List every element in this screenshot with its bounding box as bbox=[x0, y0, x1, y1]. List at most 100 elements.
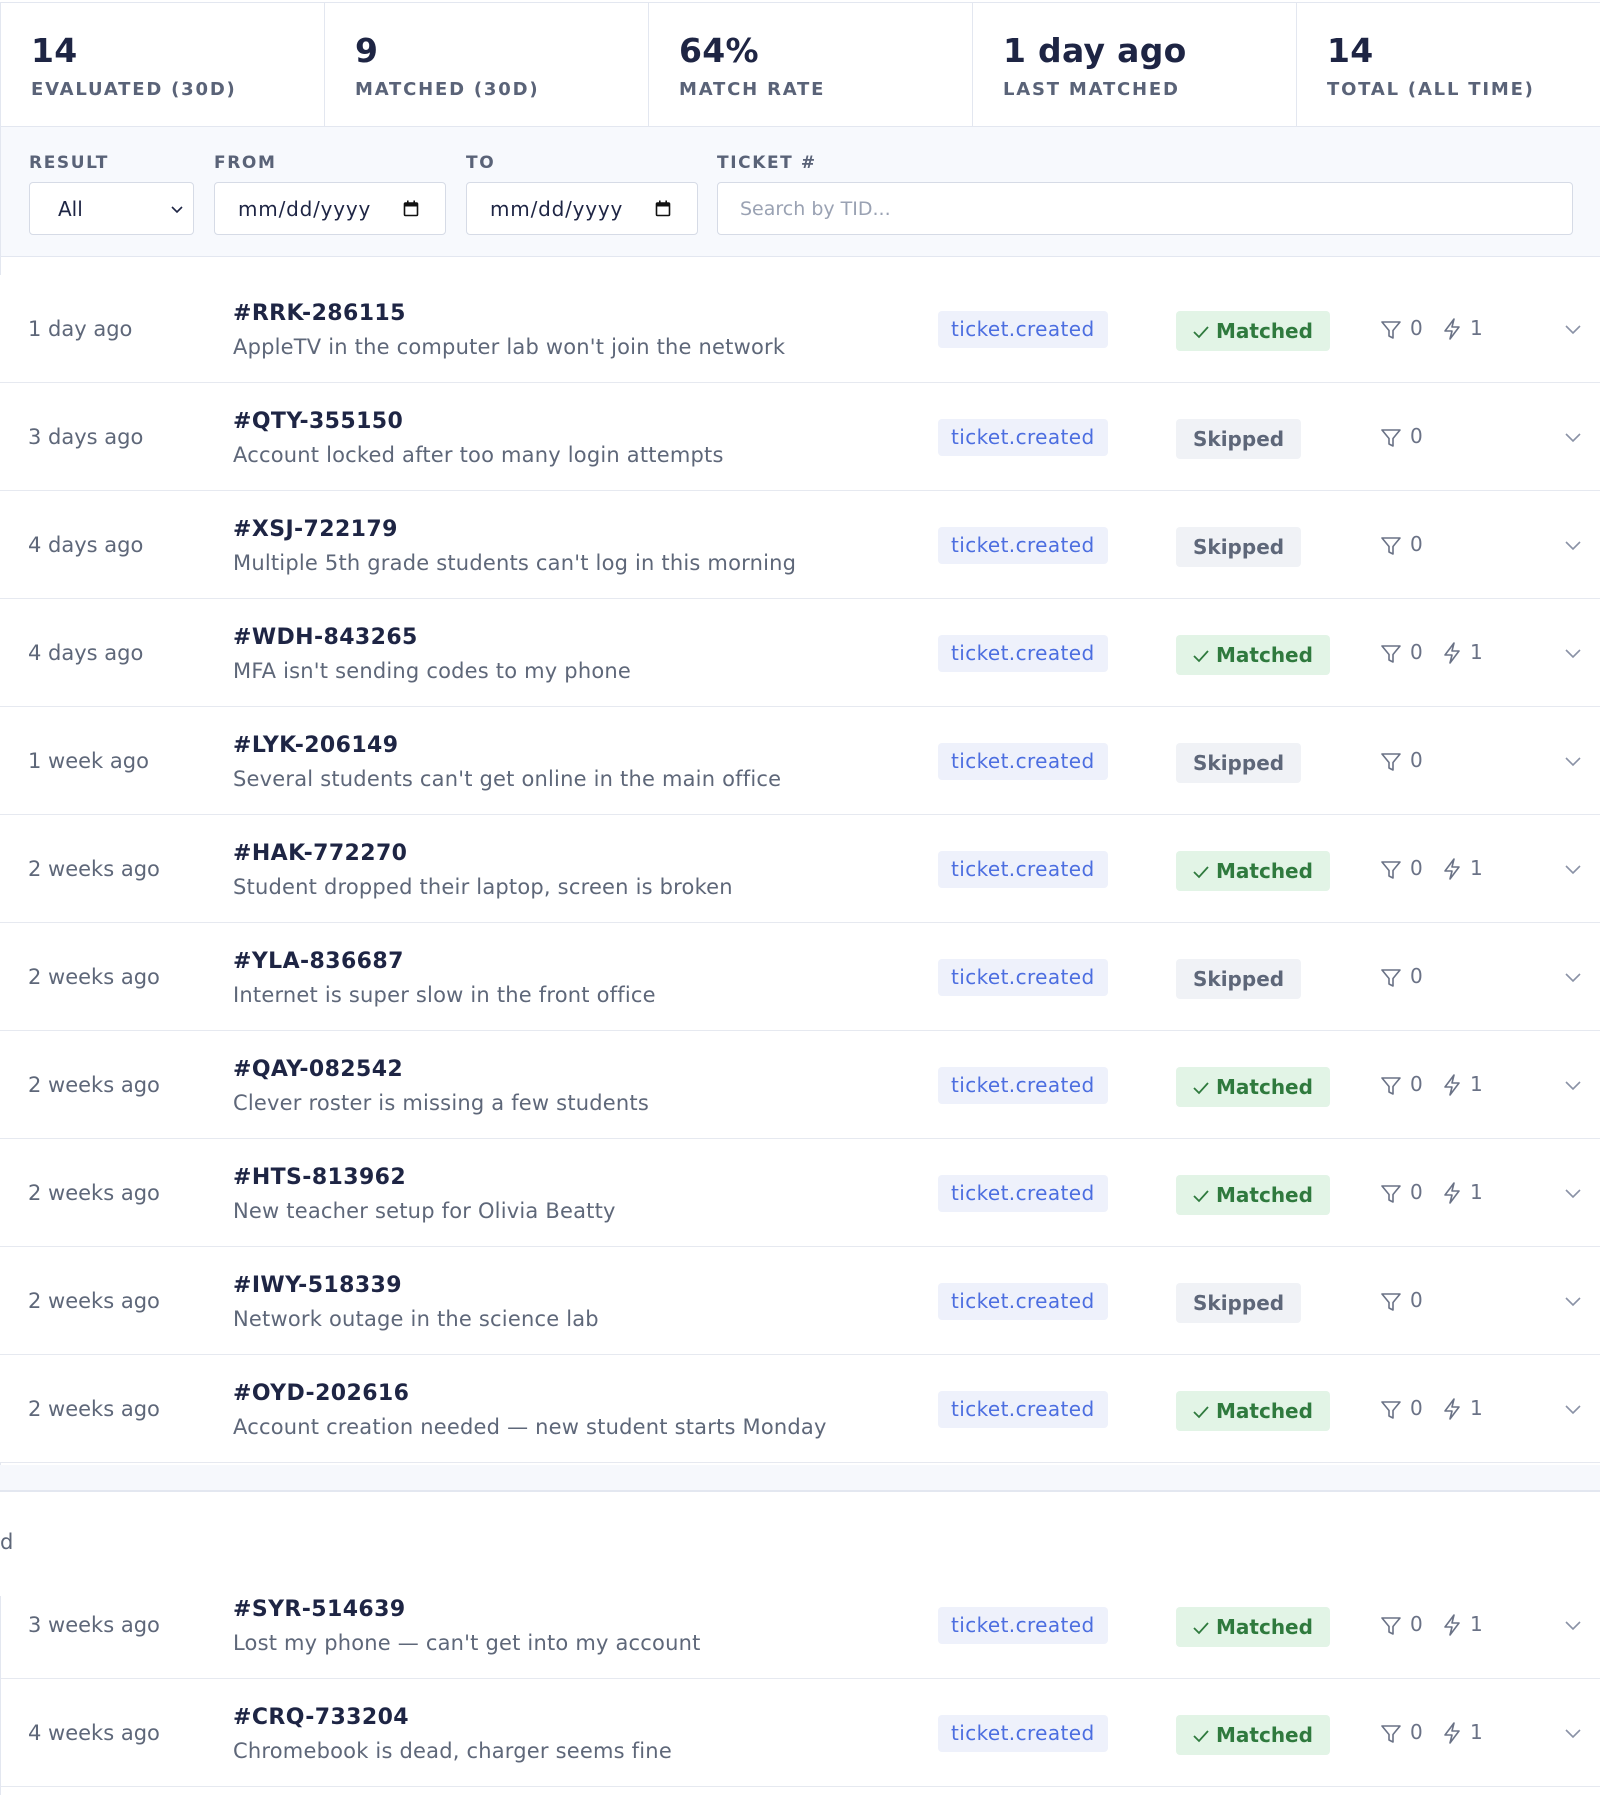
event-badge: ticket.created bbox=[938, 1067, 1108, 1104]
result-badge: Skipped bbox=[1176, 527, 1302, 567]
filter-count: 0 bbox=[1410, 1180, 1423, 1204]
row-ticket-id: #YLA-836687 bbox=[233, 949, 404, 974]
filter-count: 0 bbox=[1410, 1288, 1423, 1312]
stat-total: 14 TOTAL (ALL TIME) bbox=[1297, 3, 1600, 126]
row-summary: MFA isn't sending codes to my phone bbox=[233, 659, 632, 683]
action-count: 1 bbox=[1470, 1396, 1483, 1420]
action-count: 1 bbox=[1470, 640, 1483, 664]
filter-icon bbox=[1381, 1077, 1401, 1095]
clipped-text: d bbox=[0, 1530, 14, 1554]
from-date-input[interactable]: mm/dd/yyyy bbox=[214, 182, 446, 235]
to-date-input[interactable]: mm/dd/yyyy bbox=[466, 182, 698, 235]
row-ticket-id: #HAK-772270 bbox=[233, 841, 408, 866]
stat-label: TOTAL (ALL TIME) bbox=[1327, 79, 1535, 100]
bolt-icon bbox=[1444, 318, 1460, 340]
calendar-icon[interactable] bbox=[403, 200, 419, 217]
row-ticket-id: #QAY-082542 bbox=[233, 1057, 404, 1082]
chevron-down-icon bbox=[1565, 865, 1581, 875]
filter-count: 0 bbox=[1410, 964, 1423, 988]
stat-label: LAST MATCHED bbox=[1003, 79, 1180, 100]
from-date-label: FROM bbox=[214, 153, 277, 173]
row-ticket-id: #RRK-286115 bbox=[233, 301, 406, 326]
filter-count: 0 bbox=[1410, 1072, 1423, 1096]
result-select[interactable]: All bbox=[29, 182, 194, 235]
stats-bar: 14 EVALUATED (30D) 9 MATCHED (30D) 64% M… bbox=[1, 3, 1600, 127]
filter-icon bbox=[1381, 861, 1401, 879]
event-badge: ticket.created bbox=[938, 635, 1108, 672]
result-badge: Matched bbox=[1176, 635, 1330, 675]
event-badge: ticket.created bbox=[938, 959, 1108, 996]
row-summary: Network outage in the science lab bbox=[233, 1307, 599, 1331]
chevron-down-icon bbox=[1565, 1081, 1581, 1091]
filter-icon bbox=[1381, 1185, 1401, 1203]
row-ticket-id: #LYK-206149 bbox=[233, 733, 399, 758]
stat-value: 64% bbox=[679, 31, 759, 70]
event-badge: ticket.created bbox=[938, 1175, 1108, 1212]
result-badge: Skipped bbox=[1176, 743, 1302, 783]
row-summary: Account creation needed — new student st… bbox=[233, 1415, 827, 1439]
row-ticket-id: #HTS-813962 bbox=[233, 1165, 407, 1190]
result-badge: Skipped bbox=[1176, 1283, 1302, 1323]
event-badge: ticket.created bbox=[938, 1391, 1108, 1428]
result-label: Matched bbox=[1216, 643, 1313, 667]
result-select-value: All bbox=[58, 196, 83, 221]
check-icon bbox=[1193, 866, 1209, 879]
evaluation-row[interactable]: 1 week ago #LYK-206149 Several students ca… bbox=[0, 707, 1600, 815]
evaluation-row[interactable]: 2 weeks ago #HTS-813962 New teacher setup … bbox=[0, 1139, 1600, 1247]
filter-icon bbox=[1381, 753, 1401, 771]
evaluation-row[interactable]: 2 weeks ago #HAK-772270 Student dropped th… bbox=[0, 815, 1600, 923]
event-badge: ticket.created bbox=[938, 311, 1108, 348]
ticket-search-input[interactable]: Search by TID... bbox=[717, 182, 1573, 235]
evaluation-row[interactable]: 1 day ago #RRK-286115 AppleTV in the compu… bbox=[0, 275, 1600, 383]
evaluation-row[interactable]: 4 days ago #XSJ-722179 Multiple 5th grade … bbox=[0, 491, 1600, 599]
stat-match-rate: 64% MATCH RATE bbox=[649, 3, 973, 126]
bolt-icon bbox=[1444, 1182, 1460, 1204]
row-time: 4 days ago bbox=[28, 641, 144, 665]
row-time: 2 weeks ago bbox=[28, 1397, 160, 1421]
calendar-icon[interactable] bbox=[655, 200, 671, 217]
row-ticket-id: #OYD-202616 bbox=[233, 1381, 410, 1406]
evaluation-row[interactable]: 2 weeks ago #IWY-518339 Network outage in … bbox=[0, 1247, 1600, 1355]
evaluation-row[interactable]: 2 weeks ago #QAY-082542 Clever roster is m… bbox=[0, 1031, 1600, 1139]
result-badge: Skipped bbox=[1176, 959, 1302, 999]
row-time: 1 day ago bbox=[28, 317, 133, 341]
row-time: 2 weeks ago bbox=[28, 1181, 160, 1205]
row-summary: Clever roster is missing a few students bbox=[233, 1091, 649, 1115]
row-summary: New teacher setup for Olivia Beatty bbox=[233, 1199, 616, 1223]
result-filter-label: RESULT bbox=[29, 153, 109, 173]
row-summary: AppleTV in the computer lab won't join t… bbox=[233, 335, 786, 359]
result-badge: Skipped bbox=[1176, 419, 1302, 459]
evaluation-row[interactable]: 4 days ago #WDH-843265 MFA isn't sending c… bbox=[0, 599, 1600, 707]
result-label: Skipped bbox=[1193, 427, 1285, 451]
evaluation-row[interactable]: 3 days ago #QTY-355150 Account locked afte… bbox=[0, 383, 1600, 491]
result-label: Matched bbox=[1216, 859, 1313, 883]
result-badge: Matched bbox=[1176, 1175, 1330, 1215]
action-count: 1 bbox=[1470, 1072, 1483, 1096]
action-count: 1 bbox=[1470, 316, 1483, 340]
result-badge: Matched bbox=[1176, 1067, 1330, 1107]
bolt-icon bbox=[1444, 858, 1460, 880]
stat-matched: 9 MATCHED (30D) bbox=[325, 3, 649, 126]
event-badge: ticket.created bbox=[938, 1283, 1108, 1320]
result-label: Skipped bbox=[1193, 967, 1285, 991]
ticket-filter-label: TICKET # bbox=[717, 153, 817, 173]
filter-count: 0 bbox=[1410, 532, 1423, 556]
check-icon bbox=[1193, 1082, 1209, 1095]
row-summary: Student dropped their laptop, screen is … bbox=[233, 875, 733, 899]
evaluation-row[interactable]: 2 weeks ago #OYD-202616 Account creation n… bbox=[0, 1355, 1600, 1463]
bolt-icon bbox=[1444, 1398, 1460, 1420]
check-icon bbox=[1193, 1406, 1209, 1419]
stat-value: 14 bbox=[31, 31, 78, 70]
row-time: 2 weeks ago bbox=[28, 1289, 160, 1313]
stat-label: MATCH RATE bbox=[679, 79, 826, 100]
filter-icon bbox=[1381, 1401, 1401, 1419]
ticket-search-placeholder: Search by TID... bbox=[740, 197, 891, 220]
stat-evaluated: 14 EVALUATED (30D) bbox=[1, 3, 325, 126]
filter-icon bbox=[1381, 645, 1401, 663]
bolt-icon bbox=[1444, 1074, 1460, 1096]
evaluation-row[interactable]: 2 weeks ago #YLA-836687 Internet is super … bbox=[0, 923, 1600, 1031]
filter-count: 0 bbox=[1410, 1396, 1423, 1420]
to-date-label: TO bbox=[466, 153, 496, 173]
chevron-down-icon bbox=[1565, 433, 1581, 443]
bolt-icon bbox=[1444, 642, 1460, 664]
